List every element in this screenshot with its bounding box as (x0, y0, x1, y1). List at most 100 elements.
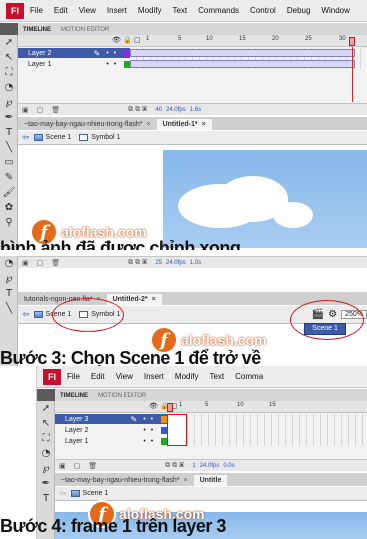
close-icon[interactable]: × (202, 121, 206, 128)
frame-rate[interactable]: 24.0fps (166, 107, 186, 113)
back-arrow-icon[interactable]: ⇦ (59, 488, 67, 499)
menu-text[interactable]: Text (172, 6, 187, 15)
timeline-header: 👁 🔒 ▢ 1 5 10 15 (55, 401, 367, 413)
menu-insert[interactable]: Insert (107, 6, 127, 15)
menu-control[interactable]: Control (250, 6, 276, 15)
edit-pencil-icon: ✎ (130, 414, 138, 424)
close-icon[interactable]: × (146, 121, 150, 128)
subselection-tool-icon[interactable]: ↖ (0, 50, 18, 65)
brush-tool-icon[interactable]: 🖌 (0, 185, 18, 200)
eye-lock-outline-icons[interactable]: 👁 🔒 ▢ (149, 402, 178, 410)
pen-icon[interactable]: ✒ (37, 476, 55, 491)
screenshot-panel-3: Fl File Edit View Insert Modify Text Com… (0, 366, 367, 539)
lasso-icon[interactable]: ℘ (0, 271, 18, 286)
new-layer-icon[interactable]: ▣ (22, 259, 29, 267)
visibility-dots[interactable]: •• (143, 427, 158, 434)
onion-skin-icons[interactable]: ⧉ ⧉ ▣ (128, 106, 147, 114)
delete-layer-icon[interactable]: 🗑 (88, 462, 97, 470)
delete-layer-icon[interactable]: 🗑 (51, 259, 60, 267)
new-folder-icon[interactable]: ▢ (37, 106, 44, 114)
step-caption: Bước 3: Chọn Scene 1 để trở về (0, 348, 261, 366)
new-folder-icon[interactable]: ▢ (37, 259, 44, 267)
visibility-dots[interactable]: •• (143, 438, 158, 445)
tab-motion-editor[interactable]: MOTION EDITOR (56, 25, 114, 35)
screenshot-panel-1: Fl File Edit View Insert Modify Text Com… (0, 0, 367, 250)
menu-view[interactable]: View (116, 372, 133, 381)
doc-tab[interactable]: ~tao-may-bay-ngau-nhieu-trong-flash* × (55, 475, 194, 486)
tween-span-layer-2[interactable] (130, 49, 355, 57)
visibility-dots[interactable]: •• (106, 61, 121, 68)
tab-motion-editor[interactable]: MOTION EDITOR (93, 391, 151, 401)
doc-tab[interactable]: Untitled-1* × (156, 119, 212, 130)
lasso-icon[interactable]: ℘ (0, 95, 18, 110)
layer-row[interactable]: Layer 1 •• (55, 436, 167, 446)
frame-grid[interactable] (167, 414, 367, 446)
menu-edit[interactable]: Edit (54, 6, 68, 15)
delete-layer-icon[interactable]: 🗑 (51, 106, 60, 114)
layer-row[interactable]: Layer 2 •• (55, 425, 167, 435)
visibility-dots[interactable]: •• (143, 416, 158, 423)
free-transform-icon[interactable]: ⛶ (37, 431, 55, 446)
doc-tab[interactable]: Untitle (193, 475, 228, 486)
free-transform-icon[interactable]: ⛶ (0, 65, 18, 80)
menu-commands[interactable]: Commands (198, 6, 239, 15)
menu-edit[interactable]: Edit (91, 372, 105, 381)
layer-row[interactable]: Layer 2 ✎ •• (18, 48, 130, 58)
back-arrow-icon[interactable]: ⇦ (22, 309, 30, 320)
pen-icon[interactable]: ✒ (0, 110, 18, 125)
cloud-shape[interactable] (178, 176, 313, 228)
text-tool-icon[interactable]: T (37, 491, 55, 506)
new-layer-icon[interactable]: ▣ (22, 106, 29, 114)
menu-modify[interactable]: Modify (175, 372, 199, 381)
3d-rotation-icon[interactable]: ◔ (0, 256, 18, 271)
frame-rate[interactable]: 24.0fps (166, 260, 186, 266)
frame-rate[interactable]: 24.0fps (200, 463, 220, 469)
selection-tool-icon[interactable]: ➚ (0, 35, 18, 50)
layer-row[interactable]: Layer 3 ✎ •• (55, 414, 167, 424)
deco-tool-icon[interactable]: ✿ (0, 200, 18, 215)
line-tool-icon[interactable]: ╲ (0, 301, 18, 316)
panel-grip[interactable] (37, 389, 55, 401)
tab-timeline[interactable]: TIMELINE (18, 25, 56, 35)
back-arrow-icon[interactable]: ⇦ (22, 132, 30, 143)
tween-span-layer-1[interactable] (130, 60, 355, 68)
3d-rotation-icon[interactable]: ◔ (37, 446, 55, 461)
panel-grip[interactable] (0, 23, 18, 35)
tab-timeline[interactable]: TIMELINE (55, 391, 93, 401)
menu-file[interactable]: File (30, 6, 43, 15)
new-folder-icon[interactable]: ▢ (74, 462, 81, 470)
pencil-tool-icon[interactable]: ✎ (0, 170, 18, 185)
onion-skin-icons[interactable]: ⧉ ⧉ ▣ (128, 259, 147, 267)
menu-debug[interactable]: Debug (287, 6, 311, 15)
3d-rotation-icon[interactable]: ◔ (0, 80, 18, 95)
new-layer-icon[interactable]: ▣ (59, 462, 66, 470)
lasso-icon[interactable]: ℘ (37, 461, 55, 476)
playhead[interactable] (167, 403, 173, 412)
menu-commands[interactable]: Comma (235, 372, 263, 381)
menu-modify[interactable]: Modify (138, 6, 162, 15)
onion-skin-icons[interactable]: ⧉ ⧉ ▣ (165, 462, 184, 470)
menu-file[interactable]: File (67, 372, 80, 381)
breadcrumb-scene[interactable]: Scene 1 (46, 134, 72, 141)
line-tool-icon[interactable]: ╲ (0, 140, 18, 155)
keyframes-column[interactable] (167, 414, 187, 446)
visibility-dots[interactable]: •• (106, 50, 121, 57)
menu-window[interactable]: Window (321, 6, 349, 15)
doc-tab[interactable]: ~tao-may-bay-ngau-nhieu-trong-flash* × (18, 119, 157, 130)
close-icon[interactable]: × (183, 477, 187, 484)
eye-lock-outline-icons[interactable]: 👁 🔒 ▢ (112, 36, 141, 44)
text-tool-icon[interactable]: T (0, 125, 18, 140)
breadcrumb-scene[interactable]: Scene 1 (83, 490, 109, 497)
selection-tool-icon[interactable]: ➚ (37, 401, 55, 416)
menu-text[interactable]: Text (209, 372, 224, 381)
text-tool-icon[interactable]: T (0, 286, 18, 301)
close-icon[interactable]: × (152, 296, 156, 303)
menu-view[interactable]: View (79, 6, 96, 15)
menu-insert[interactable]: Insert (144, 372, 164, 381)
playhead[interactable] (349, 37, 355, 46)
breadcrumb-symbol[interactable]: Symbol 1 (91, 134, 120, 141)
bone-tool-icon[interactable]: ⚲ (0, 215, 18, 230)
subselection-tool-icon[interactable]: ↖ (37, 416, 55, 431)
layer-row[interactable]: Layer 1 •• (18, 59, 130, 69)
rectangle-tool-icon[interactable]: ▭ (0, 155, 18, 170)
